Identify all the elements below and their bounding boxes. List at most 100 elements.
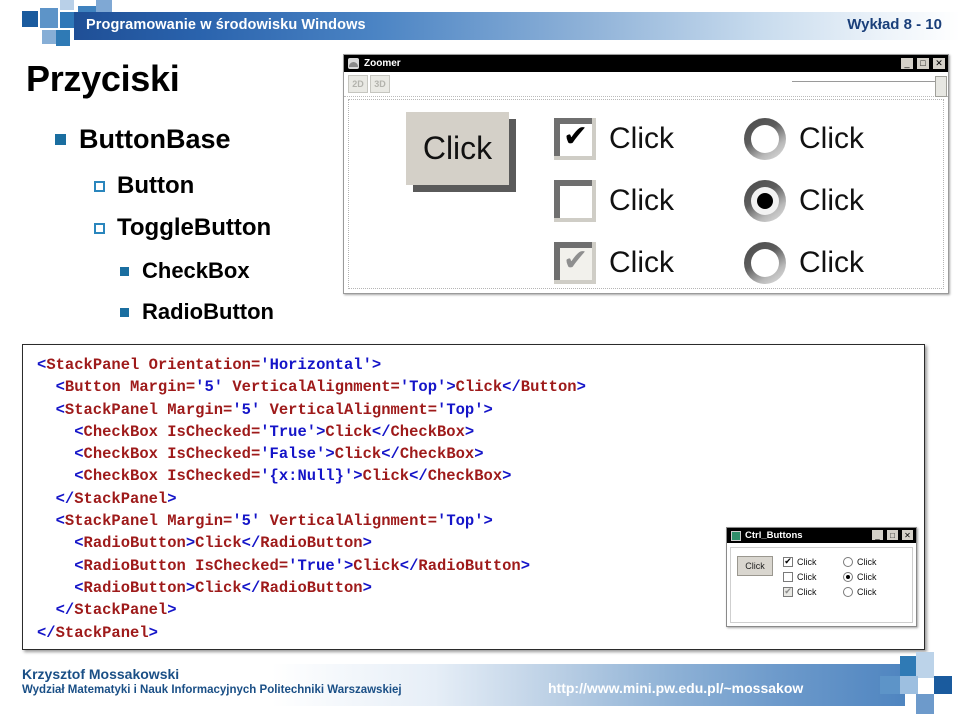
footer-deco-square <box>900 656 916 676</box>
code-token: < <box>37 512 65 531</box>
radio-label: Click <box>799 184 864 217</box>
code-token: StackPanel <box>64 400 168 419</box>
mini-checkbox-column: ✔ Click Click ✔ Click <box>783 554 817 599</box>
ctrl-buttons-app-icon <box>731 530 741 541</box>
ctrl-buttons-title-bar[interactable]: Ctrl_Buttons _ □ ✕ <box>727 528 916 543</box>
code-token: RadioButton <box>83 534 186 553</box>
radio-label: Click <box>799 246 864 279</box>
close-icon[interactable]: ✕ <box>901 529 914 541</box>
zoomer-title-bar[interactable]: Zoomer _ □ ✕ <box>344 55 948 72</box>
code-token: > <box>474 445 484 464</box>
ctrl-buttons-window-controls: _ □ ✕ <box>871 529 914 541</box>
code-token: 'True' <box>288 556 344 575</box>
code-token: RadioButton <box>260 534 363 553</box>
code-token: Click <box>362 467 410 486</box>
code-token: CheckBox <box>83 422 168 441</box>
code-token: RadioButton <box>83 556 196 575</box>
code-token: Click <box>195 578 242 597</box>
mini-checkbox-indeterminate[interactable]: ✔ Click <box>783 584 817 599</box>
mini-radio-unselected[interactable]: Click <box>843 584 877 599</box>
code-line: </StackPanel> <box>37 599 586 621</box>
code-token: < <box>37 467 84 486</box>
bullet-label: ButtonBase <box>79 124 231 154</box>
maximize-icon[interactable]: □ <box>886 529 899 541</box>
radio-icon <box>843 556 853 567</box>
footer-deco-square <box>880 676 900 694</box>
code-token: Click <box>325 422 372 441</box>
bullet-item-checkbox: CheckBox <box>120 260 250 282</box>
code-token: '5' <box>232 512 270 531</box>
close-icon[interactable]: ✕ <box>932 57 946 70</box>
preview-radio-unselected[interactable]: Click <box>744 108 864 170</box>
slide-footer: Krzysztof Mossakowski Wydział Matematyki… <box>0 652 960 720</box>
code-line: <StackPanel Margin='5' VerticalAlignment… <box>37 399 586 421</box>
code-line: <CheckBox IsChecked='{x:Null}'>Click</Ch… <box>37 465 586 487</box>
code-token: Click <box>195 534 242 553</box>
minimize-icon[interactable]: _ <box>900 57 914 70</box>
preview-radio-unselected[interactable]: Click <box>744 232 864 294</box>
code-token: > <box>185 534 196 553</box>
preview-checkbox-checked[interactable]: ✔ Click <box>554 108 674 170</box>
code-line: <Button Margin='5' VerticalAlignment='To… <box>37 376 586 398</box>
zoom-slider-thumb[interactable] <box>935 76 947 97</box>
code-token: </ <box>241 534 261 553</box>
code-token: 'True' <box>260 422 317 441</box>
code-token: > <box>464 422 475 441</box>
header-deco-square <box>22 11 38 27</box>
bullet-item-radiobutton: RadioButton <box>120 301 274 323</box>
mini-radio-selected[interactable]: Click <box>843 569 877 584</box>
code-token: Button <box>520 378 577 397</box>
code-token: Margin= <box>130 378 196 397</box>
radio-label: Click <box>857 571 877 582</box>
footer-deco-square <box>916 652 934 678</box>
footer-deco-square <box>934 676 952 694</box>
code-token: RadioButton <box>418 556 521 575</box>
code-token: 'Top' <box>437 512 484 531</box>
code-token: VerticalAlignment= <box>269 512 438 531</box>
minimize-icon[interactable]: _ <box>871 529 884 541</box>
footer-deco-square <box>916 694 934 714</box>
code-token: > <box>185 578 196 597</box>
filled-square-icon <box>120 307 129 317</box>
code-token: > <box>316 422 326 441</box>
code-token: Margin= <box>167 400 233 419</box>
slide-header: Programowanie w środowisku Windows Wykła… <box>0 0 960 52</box>
maximize-icon[interactable]: □ <box>916 57 930 70</box>
code-token: < <box>37 356 47 374</box>
tool-3d-button[interactable]: 3D <box>370 75 390 93</box>
mini-checkbox-checked[interactable]: ✔ Click <box>783 554 817 569</box>
checkbox-label: Click <box>797 571 817 582</box>
zoomer-toolbar: 2D 3D <box>344 72 948 97</box>
code-token: </ <box>409 467 428 486</box>
code-token: </ <box>37 623 56 642</box>
preview-checkbox-unchecked[interactable]: Click <box>554 170 674 232</box>
radio-icon <box>744 180 786 222</box>
preview-radio-column: Click Click Click <box>744 108 864 294</box>
code-token: </ <box>502 378 521 397</box>
mini-click-button[interactable]: Click <box>737 556 773 576</box>
code-token: CheckBox <box>83 445 168 464</box>
code-token: < <box>37 400 65 419</box>
bullet-item-togglebutton: ToggleButton <box>94 216 271 240</box>
code-token: StackPanel <box>55 623 149 642</box>
tool-2d-button[interactable]: 2D <box>348 75 368 93</box>
zoomer-app-icon <box>348 58 359 69</box>
mini-radio-column: Click Click Click <box>843 554 877 599</box>
code-token: IsChecked= <box>167 422 261 441</box>
mini-radio-unselected[interactable]: Click <box>843 554 877 569</box>
code-token: > <box>353 467 363 486</box>
mini-checkbox-unchecked[interactable]: Click <box>783 569 817 584</box>
filled-square-icon <box>120 266 129 276</box>
zoom-slider[interactable] <box>792 76 947 97</box>
code-token: VerticalAlignment= <box>269 400 438 419</box>
zoomer-window-title: Zoomer <box>364 58 401 69</box>
header-deco-square <box>60 0 74 10</box>
radio-icon <box>843 586 853 597</box>
preview-click-button[interactable]: Click <box>406 112 509 185</box>
preview-radio-selected[interactable]: Click <box>744 170 864 232</box>
code-token: > <box>325 445 335 464</box>
code-line: <CheckBox IsChecked='False'>Click</Check… <box>37 443 586 465</box>
code-token: IsChecked= <box>167 445 261 464</box>
preview-checkbox-indeterminate[interactable]: ✔ Click <box>554 232 674 294</box>
code-token: < <box>37 445 84 464</box>
